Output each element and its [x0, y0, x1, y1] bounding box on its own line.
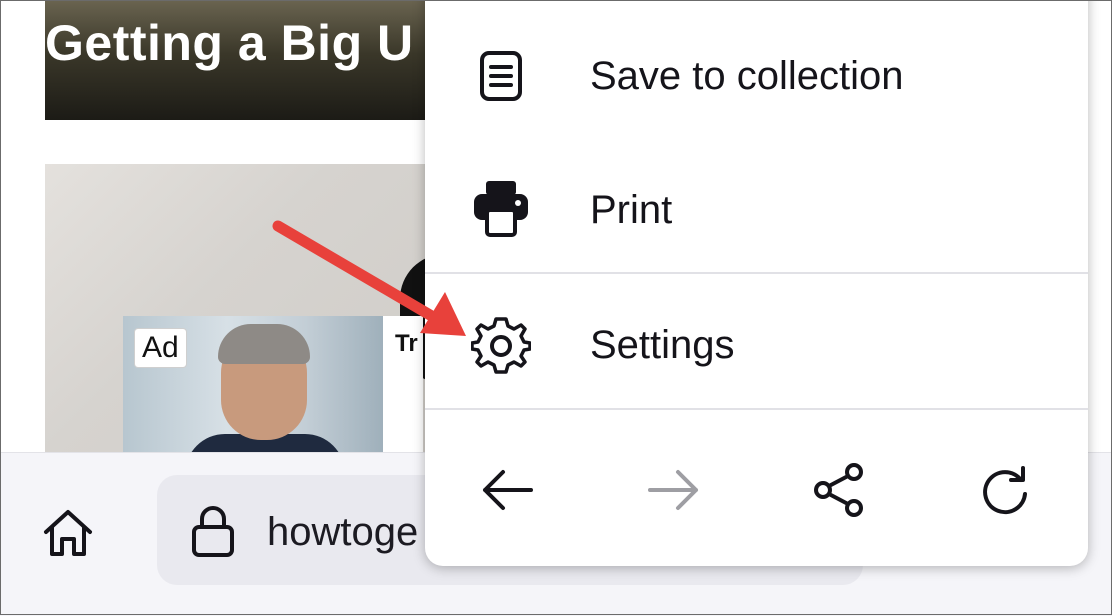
menu-item-save-to-collection[interactable]: Save to collection [425, 16, 1088, 136]
menu-item-label: Print [590, 188, 673, 232]
print-icon [474, 181, 528, 237]
back-button[interactable] [477, 460, 537, 520]
menu-item-label: Settings [590, 323, 735, 367]
reload-icon [983, 466, 1027, 515]
url-text[interactable]: howtoge [267, 510, 418, 555]
ad-label: Ad [134, 328, 187, 368]
forward-arrow-icon [648, 470, 698, 510]
gear-icon [471, 317, 531, 374]
article-title: Getting a Big U [45, 15, 414, 71]
forward-button[interactable] [644, 460, 704, 520]
share-icon [814, 463, 863, 517]
back-arrow-icon [483, 470, 533, 510]
lock-button[interactable] [185, 503, 241, 559]
ad-title: Tr [395, 330, 418, 357]
collection-icon [480, 51, 522, 101]
home-button[interactable] [40, 505, 96, 561]
menu-item-label: Save to collection [590, 54, 904, 98]
share-button[interactable] [809, 460, 869, 520]
lock-icon [192, 506, 234, 557]
menu-separator [425, 408, 1088, 410]
menu-item-print[interactable]: Print [425, 150, 1088, 270]
overflow-menu: Save to collection Print Settings [425, 0, 1088, 566]
reload-button[interactable] [975, 460, 1035, 520]
ad-banner[interactable]: Ad Tr [123, 316, 423, 456]
ad-person-hair [218, 324, 310, 364]
menu-separator [425, 272, 1088, 274]
home-icon [44, 510, 92, 556]
menu-item-settings[interactable]: Settings [425, 285, 1088, 405]
